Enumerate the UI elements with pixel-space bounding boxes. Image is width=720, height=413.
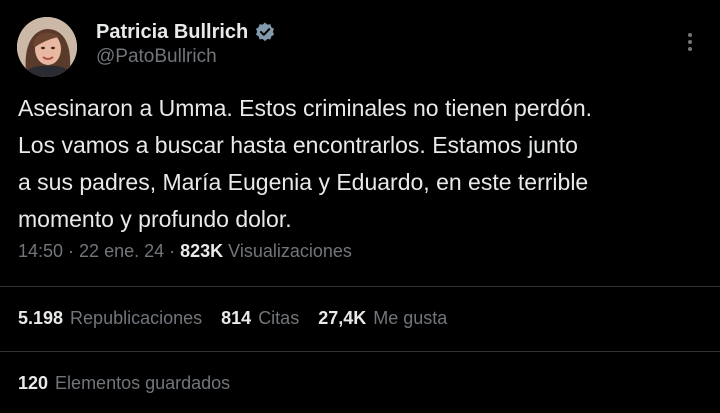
divider	[0, 286, 720, 287]
tweet-card: Patricia Bullrich @PatoBullrich Asesinar…	[0, 0, 720, 413]
meta-separator: ·	[164, 241, 181, 261]
engagement-stats: 5.198 Republicaciones 814 Citas 27,4K Me…	[18, 308, 466, 329]
avatar-image	[17, 17, 77, 77]
retweets-count: 5.198	[18, 308, 64, 328]
views-label: Visualizaciones	[223, 241, 352, 261]
likes-count: 27,4K	[318, 308, 367, 328]
views-count: 823K	[180, 241, 224, 261]
bookmarks-count: 120	[18, 373, 49, 393]
tweet-time[interactable]: 14:50	[18, 241, 63, 261]
likes-stat[interactable]: 27,4K Me gusta	[318, 308, 447, 329]
bookmarks-stat[interactable]: 120 Elementos guardados	[18, 373, 230, 394]
bookmarks-label: Elementos guardados	[55, 373, 231, 393]
quotes-label: Citas	[258, 308, 300, 328]
author-name[interactable]: Patricia Bullrich	[96, 21, 248, 44]
retweets-label: Republicaciones	[70, 308, 203, 328]
retweets-stat[interactable]: 5.198 Republicaciones	[18, 308, 202, 329]
author-name-row: Patricia Bullrich	[96, 18, 276, 46]
meta-separator: ·	[63, 241, 80, 261]
likes-label: Me gusta	[373, 308, 448, 328]
tweet-text: Asesinaron a Umma. Estos criminales no t…	[18, 95, 593, 232]
more-vertical-icon[interactable]	[680, 28, 700, 56]
tweet-meta: 14:50 · 22 ene. 24 · 823K Visualizacione…	[18, 241, 352, 262]
quotes-stat[interactable]: 814 Citas	[221, 308, 299, 329]
avatar[interactable]	[17, 17, 77, 77]
divider	[0, 351, 720, 352]
author-handle[interactable]: @PatoBullrich	[96, 46, 217, 68]
verified-badge-icon	[254, 21, 276, 43]
tweet-date[interactable]: 22 ene. 24	[79, 241, 164, 261]
quotes-count: 814	[221, 308, 252, 328]
